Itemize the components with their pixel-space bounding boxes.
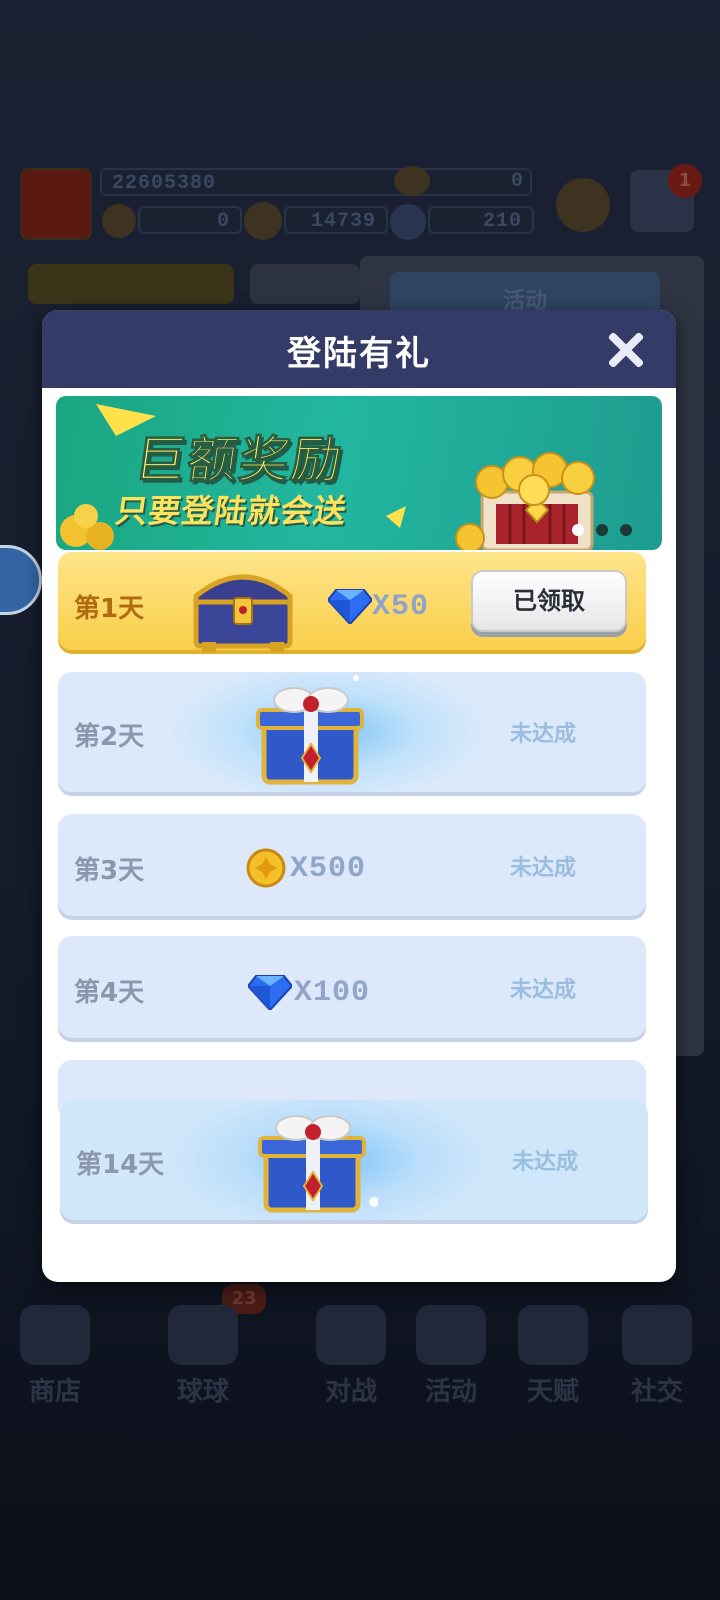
gift-box-icon <box>258 1115 378 1213</box>
reward-amount: X500 <box>290 852 367 886</box>
nav-label: 对战 <box>324 1377 377 1407</box>
ball-icon <box>168 1305 238 1365</box>
token-icon <box>102 204 136 238</box>
nav-item-talent[interactable]: 天赋 <box>498 1305 608 1408</box>
gem-count: 210 <box>428 206 534 234</box>
nav-label: 球球 <box>176 1377 229 1407</box>
day-label: 第2天 <box>74 722 145 752</box>
top-status-bar: 22605380 0 0 14739 210 1 <box>18 164 702 242</box>
reward-day-1: 第1天 X50 已领取 <box>58 552 646 652</box>
day-label: 第1天 <box>74 594 145 624</box>
gold-coin-icon <box>244 202 282 240</box>
reward-day-4: 第4天 X100 未达成 <box>58 936 646 1038</box>
status-label: 未达成 <box>510 856 577 881</box>
pagination-dot-active[interactable] <box>572 524 584 536</box>
trophy-count: 0 <box>510 170 524 193</box>
treasure-chest-icon <box>193 574 293 652</box>
reward-amount: X100 <box>294 976 371 1010</box>
rank-badge-icon[interactable] <box>556 178 610 232</box>
banner-headline: 巨额奖励 <box>131 431 348 490</box>
banner-subline: 只要登陆就会送 <box>113 492 350 530</box>
login-reward-dialog: 登陆有礼 巨额奖励 只要登陆就会送 第1天 X50 已领取 第2天 未达成 第3… <box>42 310 676 1282</box>
bottom-nav: 23 商店 球球 对战 活动 天赋 社交 <box>0 1284 720 1436</box>
nav-label: 社交 <box>630 1377 683 1407</box>
pagination-dot[interactable] <box>596 524 608 536</box>
diamond-icon <box>248 975 292 1010</box>
gold-coin-icon <box>246 848 286 888</box>
nav-label: 天赋 <box>526 1377 579 1407</box>
gold-count: 14739 <box>284 206 388 234</box>
event-icon <box>416 1305 486 1365</box>
reward-day-14: 第14天 未达成 <box>60 1100 648 1220</box>
nav-item-events[interactable]: 活动 <box>396 1305 506 1408</box>
diamond-icon <box>328 589 372 624</box>
nav-label: 活动 <box>424 1377 477 1407</box>
gem-icon <box>390 204 426 240</box>
status-label: 未达成 <box>512 1150 579 1175</box>
nav-item-shop[interactable]: 商店 <box>0 1305 110 1408</box>
bg-tab-left <box>28 264 234 304</box>
promo-banner[interactable]: 巨额奖励 只要登陆就会送 <box>56 396 662 550</box>
reward-day-2: 第2天 未达成 <box>58 672 646 792</box>
dialog-header: 登陆有礼 <box>42 310 676 388</box>
reward-day-3: 第3天 X500 未达成 <box>58 814 646 916</box>
reward-amount: X50 <box>372 590 430 624</box>
day-label: 第14天 <box>76 1150 165 1180</box>
planet-icon <box>518 1305 588 1365</box>
gift-box-icon <box>256 675 364 785</box>
notification-badge: 1 <box>668 164 702 198</box>
day-label: 第4天 <box>74 978 145 1008</box>
dialog-title: 登陆有礼 <box>287 334 431 374</box>
crossed-swords-icon <box>316 1305 386 1365</box>
nav-item-social[interactable]: 社交 <box>602 1305 712 1408</box>
pagination-dot[interactable] <box>620 524 632 536</box>
close-button[interactable] <box>604 328 648 372</box>
token-count: 0 <box>138 206 242 234</box>
nav-item-balls[interactable]: 球球 <box>148 1305 258 1408</box>
status-label: 未达成 <box>510 978 577 1003</box>
trophy-icon <box>394 166 430 196</box>
nav-label: 商店 <box>28 1377 81 1407</box>
bg-tab-mid <box>250 264 360 304</box>
nav-item-battle[interactable]: 对战 <box>296 1305 406 1408</box>
player-avatar <box>20 168 92 240</box>
claimed-button[interactable]: 已领取 <box>471 570 627 632</box>
chat-heart-icon <box>622 1305 692 1365</box>
status-label: 未达成 <box>510 722 577 747</box>
day-label: 第3天 <box>74 856 145 886</box>
shop-icon <box>20 1305 90 1365</box>
banner-pagination <box>566 521 638 540</box>
